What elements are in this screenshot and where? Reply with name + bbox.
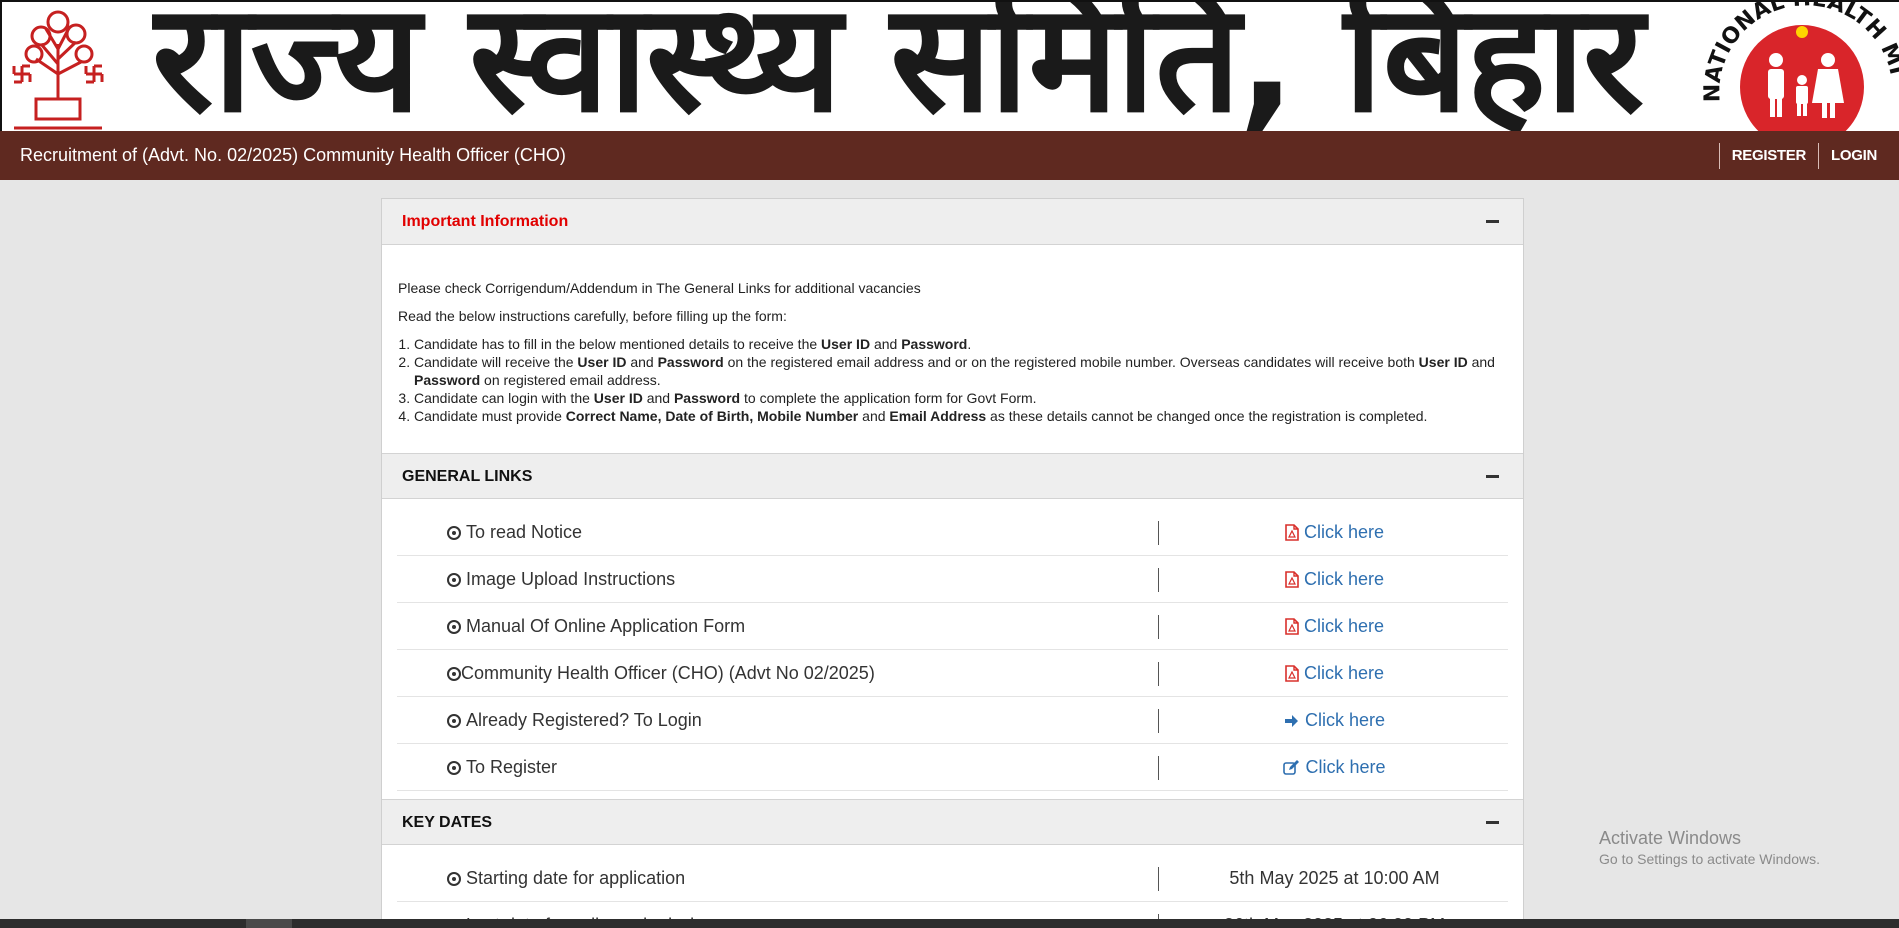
date-value: 5th May 2025 at 10:00 AM bbox=[1229, 868, 1440, 888]
cho-advt-link[interactable]: Click here bbox=[1159, 650, 1510, 697]
image-instructions-link[interactable]: Click here bbox=[1159, 556, 1510, 603]
nav-links: REGISTER LOGIN bbox=[1718, 143, 1889, 169]
table-row: Manual Of Online Application Form Click … bbox=[397, 603, 1508, 650]
instructions-intro: Read the below instructions carefully, b… bbox=[398, 308, 787, 324]
row-label: Starting date for application bbox=[466, 868, 686, 888]
general-links-header[interactable]: GENERAL LINKS bbox=[382, 453, 1523, 499]
edit-icon bbox=[1283, 759, 1300, 775]
table-row: Starting date for application 5th May 20… bbox=[397, 855, 1508, 902]
dot-circle-icon bbox=[447, 619, 461, 634]
taskbar bbox=[0, 919, 1899, 928]
table-row: Image Upload Instructions Click here bbox=[397, 556, 1508, 603]
corrigendum-note: Please check Corrigendum/Addendum in The… bbox=[398, 280, 921, 296]
dot-circle-icon bbox=[447, 666, 461, 681]
important-info-header[interactable]: Important Information bbox=[382, 199, 1523, 245]
dot-circle-icon bbox=[447, 572, 461, 587]
register-link[interactable]: REGISTER bbox=[1718, 143, 1818, 169]
row-label: To read Notice bbox=[466, 522, 583, 542]
pdf-icon bbox=[1285, 618, 1299, 635]
register-click-link[interactable]: Click here bbox=[1159, 744, 1510, 791]
bihar-emblem-icon bbox=[12, 10, 104, 130]
dot-circle-icon bbox=[447, 713, 461, 728]
row-label: To Register bbox=[466, 757, 558, 777]
table-row: Community Health Officer (CHO) (Advt No … bbox=[397, 650, 1508, 697]
activate-windows-watermark: Activate Windows Go to Settings to activ… bbox=[1599, 826, 1820, 868]
instructions-list: Candidate has to fill in the below menti… bbox=[414, 335, 1507, 425]
main-panel: Important Information Please check Corri… bbox=[381, 198, 1524, 928]
list-item: Candidate will receive the User ID and P… bbox=[414, 353, 1507, 389]
watermark-title: Activate Windows bbox=[1599, 828, 1742, 848]
table-row: Already Registered? To Login Click here bbox=[397, 697, 1508, 744]
general-links-title: GENERAL LINKS bbox=[402, 468, 533, 485]
collapse-important-icon[interactable] bbox=[1486, 220, 1499, 223]
notice-link[interactable]: Click here bbox=[1159, 509, 1510, 556]
dot-circle-icon bbox=[447, 525, 461, 540]
pdf-icon bbox=[1285, 571, 1299, 588]
sign-in-icon bbox=[1284, 714, 1298, 727]
login-link[interactable]: LOGIN bbox=[1818, 143, 1889, 169]
list-item: Candidate can login with the User ID and… bbox=[414, 389, 1507, 407]
collapse-general-links-icon[interactable] bbox=[1486, 475, 1499, 478]
nhm-logo-icon: NATIONAL HEALTH MISSION bbox=[1692, 2, 1899, 131]
important-info-body: Please check Corrigendum/Addendum in The… bbox=[382, 245, 1523, 453]
top-navbar: Recruitment of (Advt. No. 02/2025) Commu… bbox=[0, 131, 1899, 180]
row-label: Image Upload Instructions bbox=[466, 569, 676, 589]
dot-circle-icon bbox=[447, 760, 461, 775]
header-banner: राज्य स्वास्थ्य समिति, बिहार NATIONAL HE… bbox=[0, 0, 1899, 131]
key-dates-title: KEY DATES bbox=[402, 814, 493, 831]
banner-title: राज्य स्वास्थ्य समिति, बिहार bbox=[152, 0, 1644, 131]
watermark-subtitle: Go to Settings to activate Windows. bbox=[1599, 851, 1820, 867]
collapse-key-dates-icon[interactable] bbox=[1486, 821, 1499, 824]
dot-circle-icon bbox=[447, 871, 461, 886]
important-info-title: Important Information bbox=[402, 213, 569, 230]
key-dates-table: Starting date for application 5th May 20… bbox=[397, 855, 1508, 927]
table-row: To Register Click here bbox=[397, 744, 1508, 791]
key-dates-header[interactable]: KEY DATES bbox=[382, 799, 1523, 845]
row-label: Already Registered? To Login bbox=[466, 710, 702, 730]
taskbar-item[interactable] bbox=[246, 919, 292, 928]
list-item: Candidate has to fill in the below menti… bbox=[414, 335, 1507, 353]
manual-link[interactable]: Click here bbox=[1159, 603, 1510, 650]
list-item: Candidate must provide Correct Name, Dat… bbox=[414, 407, 1507, 425]
row-label: Community Health Officer (CHO) (Advt No … bbox=[461, 663, 875, 683]
login-click-link[interactable]: Click here bbox=[1159, 697, 1510, 744]
pdf-icon bbox=[1285, 524, 1299, 541]
table-row: To read Notice Click here bbox=[397, 509, 1508, 556]
general-links-table: To read Notice Click here Image Upload I… bbox=[397, 509, 1508, 791]
row-label: Manual Of Online Application Form bbox=[466, 616, 746, 636]
site-title: Recruitment of (Advt. No. 02/2025) Commu… bbox=[20, 145, 566, 165]
pdf-icon bbox=[1285, 665, 1299, 682]
